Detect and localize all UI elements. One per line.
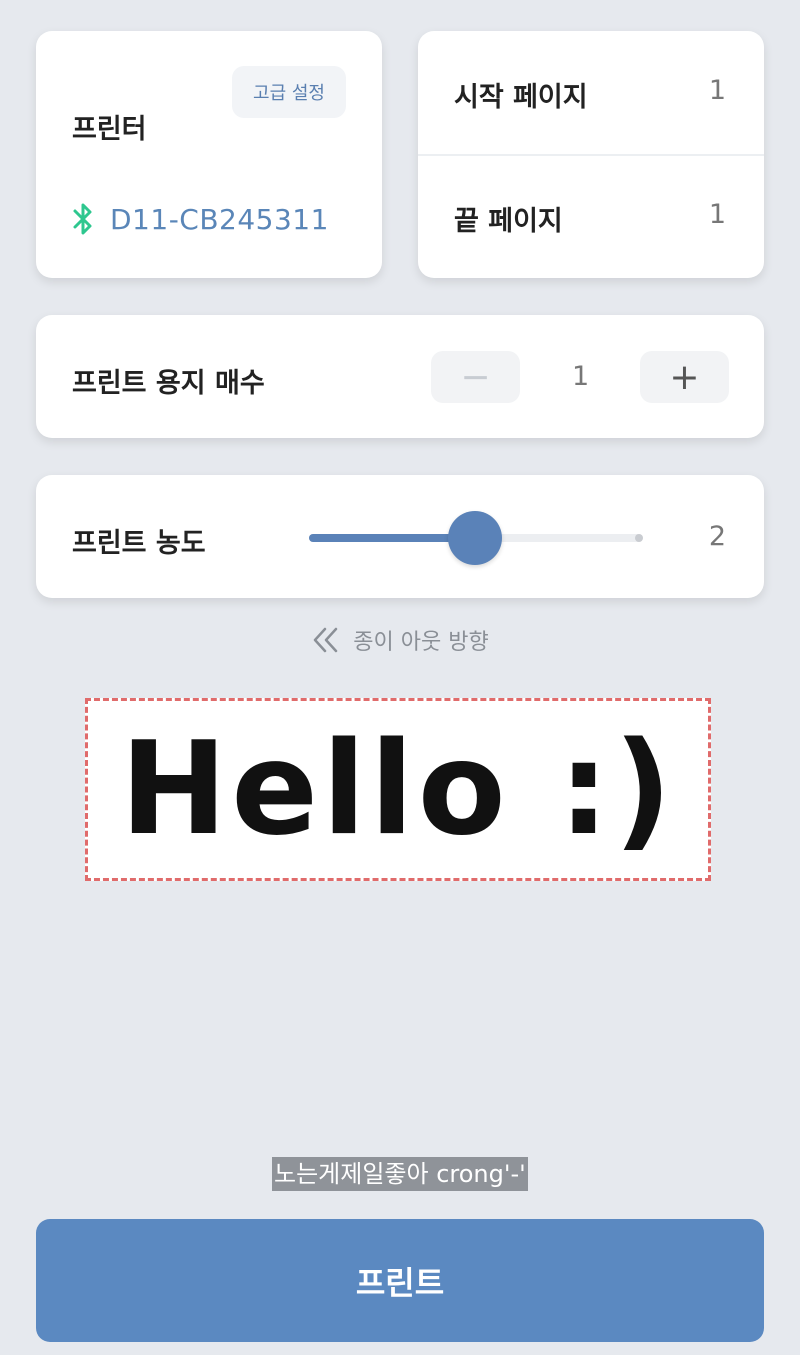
double-chevron-left-icon: [314, 627, 338, 653]
preview-text: Hello :): [120, 714, 676, 864]
device-name: D11-CB245311: [110, 202, 329, 236]
slider-thumb[interactable]: [448, 511, 502, 565]
printer-title: 프린터: [72, 114, 147, 145]
density-card: 프린트 농도 2: [36, 475, 764, 598]
advanced-settings-button[interactable]: 고급 설정: [232, 66, 346, 118]
label-preview: Hello :): [85, 698, 711, 881]
start-page-row[interactable]: 시작 페이지 1: [418, 31, 764, 156]
density-value: 2: [708, 521, 726, 552]
increment-button[interactable]: +: [640, 351, 729, 403]
copies-card: 프린트 용지 매수 − 1 +: [36, 315, 764, 438]
page-range-card: 시작 페이지 1 끝 페이지 1: [418, 31, 764, 278]
minus-icon: −: [460, 356, 491, 398]
paper-direction-label: 종이 아웃 방향: [353, 630, 489, 655]
end-page-row[interactable]: 끝 페이지 1: [418, 155, 764, 278]
end-page-label: 끝 페이지: [454, 206, 563, 237]
plus-icon: +: [669, 356, 700, 398]
copies-label: 프린트 용지 매수: [72, 368, 265, 399]
connected-device[interactable]: D11-CB245311: [70, 201, 329, 237]
copies-value: 1: [572, 361, 590, 392]
density-label: 프린트 농도: [72, 528, 206, 559]
density-slider[interactable]: [309, 511, 643, 565]
start-page-label: 시작 페이지: [454, 82, 588, 113]
start-page-value[interactable]: 1: [709, 75, 726, 106]
bluetooth-icon: [73, 203, 92, 235]
paper-direction-hint: 종이 아웃 방향: [0, 624, 800, 656]
printer-card: 프린터 고급 설정 D11-CB245311: [36, 31, 382, 278]
caption-text: 노는게제일좋아 crong'-': [272, 1157, 528, 1191]
print-button[interactable]: 프린트: [36, 1219, 764, 1342]
slider-end-dot: [635, 534, 643, 542]
decrement-button[interactable]: −: [431, 351, 520, 403]
end-page-value[interactable]: 1: [709, 199, 726, 230]
